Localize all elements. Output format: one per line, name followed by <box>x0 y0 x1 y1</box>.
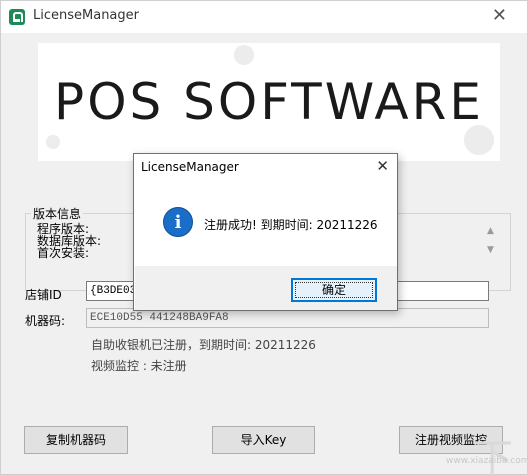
info-icon-glyph: i <box>174 212 182 233</box>
info-icon: i <box>163 207 193 237</box>
ok-button[interactable]: 确定 <box>291 278 377 302</box>
title-bar: LicenseManager ✕ <box>1 1 527 33</box>
version-info-legend: 版本信息 <box>31 205 84 222</box>
window-title: LicenseManager <box>33 8 139 23</box>
scroll-up-icon[interactable]: ▲ <box>487 226 494 236</box>
decorative-circle <box>46 135 60 149</box>
video-status-text: 视频监控 : 未注册 <box>91 359 187 373</box>
watermark-logo: 下 <box>471 428 527 475</box>
import-key-button[interactable]: 导入Key <box>212 426 315 454</box>
register-status-text: 自助收银机已注册，到期时间: 20211226 <box>91 338 316 352</box>
machine-code-label: 机器码: <box>25 314 66 328</box>
dialog-message: 注册成功! 到期时间: 20211226 <box>204 218 378 232</box>
banner-text: POS SOFTWARE <box>54 73 484 131</box>
decorative-circle <box>234 45 254 65</box>
first-install-label: 首次安装: <box>37 246 90 260</box>
watermark-text: www.xiazaiba.com <box>446 456 528 466</box>
license-dialog: LicenseManager ✕ i 注册成功! 到期时间: 20211226 … <box>133 153 398 311</box>
dialog-close-icon[interactable]: ✕ <box>376 157 389 175</box>
close-icon[interactable]: ✕ <box>492 5 507 26</box>
store-id-label: 店铺ID <box>25 288 62 302</box>
copy-machine-code-button[interactable]: 复制机器码 <box>24 426 128 454</box>
dialog-title: LicenseManager <box>141 160 239 174</box>
scroll-down-icon[interactable]: ▼ <box>487 245 494 255</box>
machine-code-field[interactable]: ECE10D55 441248BA9FA8 <box>86 308 489 328</box>
app-icon <box>9 9 25 25</box>
banner-image: POS SOFTWARE <box>38 43 500 161</box>
